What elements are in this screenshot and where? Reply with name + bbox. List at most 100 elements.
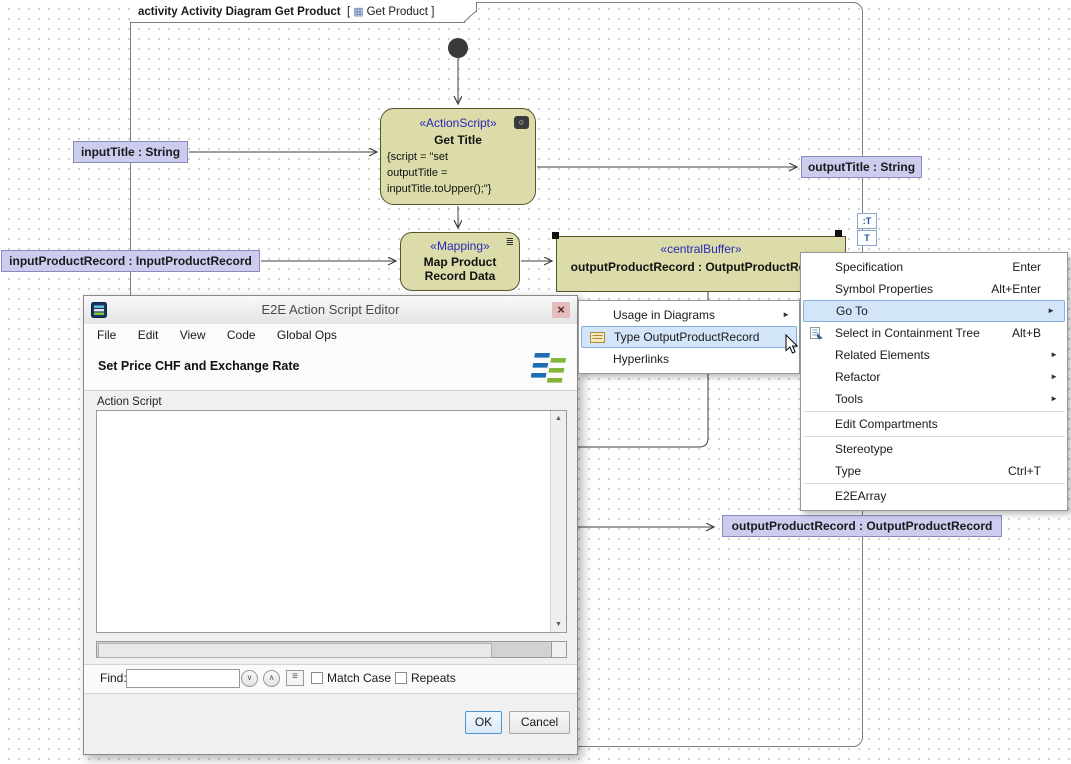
selection-handle[interactable] (835, 230, 842, 237)
selection-handle[interactable] (552, 232, 559, 239)
menu-item-label: Go To (836, 304, 868, 318)
menu-item-label: Related Elements (835, 348, 930, 362)
containment-tree-icon (809, 326, 824, 341)
menu-item-label: Select in Containment Tree (835, 326, 980, 340)
label-input-title[interactable]: inputTitle : String (73, 141, 188, 163)
menu-item-type[interactable]: Type Ctrl+T (801, 460, 1067, 482)
menu-item-usage-in-diagrams[interactable]: Usage in Diagrams ► (579, 304, 799, 326)
frame-name: Activity Diagram Get Product (181, 6, 341, 18)
menu-item-stereotype[interactable]: Stereotype (801, 438, 1067, 460)
mapping-name-line: Map Product (401, 255, 519, 269)
frame-keyword: activity (138, 6, 178, 18)
menu-item-label: Type (835, 464, 861, 478)
menu-global-ops[interactable]: Global Ops (268, 324, 346, 346)
menu-view[interactable]: View (171, 324, 215, 346)
context-menu: Specification Enter Symbol Properties Al… (800, 252, 1068, 511)
dialog-header: Set Price CHF and Exchange Rate (84, 346, 577, 391)
action-script-editor[interactable]: ▲ ▼ (96, 410, 567, 633)
match-case-checkbox[interactable] (311, 672, 323, 684)
menu-item-label: Type OutputProductRecord (614, 330, 759, 344)
label-output-title[interactable]: outputTitle : String (801, 156, 922, 178)
frame-context: Get Product (367, 6, 428, 18)
menu-item-label: Symbol Properties (835, 282, 933, 296)
mapping-icon: ≣ (506, 237, 514, 248)
menu-item-label: Tools (835, 392, 863, 406)
match-case-label: Match Case (327, 671, 391, 685)
submenu-arrow-icon: ► (1050, 344, 1058, 366)
scroll-down-icon[interactable]: ▼ (551, 617, 566, 632)
menu-item-label: Specification (835, 260, 903, 274)
menu-code[interactable]: Code (218, 324, 265, 346)
find-label: Find: (100, 671, 127, 685)
mapping-stereotype: «Mapping» (401, 239, 519, 253)
label-output-product-record[interactable]: outputProductRecord : OutputProductRecor… (722, 515, 1002, 537)
script-icon: ○ (514, 116, 529, 129)
action-node-get-title[interactable]: «ActionScript» ○ Get Title {script = "se… (380, 108, 536, 205)
menu-item-refactor[interactable]: Refactor ► (801, 366, 1067, 388)
menu-separator (803, 436, 1065, 437)
find-next-icon[interactable]: ∨ (241, 670, 258, 687)
action-name: Set Price CHF and Exchange Rate (98, 359, 299, 373)
menu-item-e2earray[interactable]: E2EArray (801, 485, 1067, 507)
script-line: inputTitle.toUpper();"} (387, 181, 531, 197)
get-title-name: Get Title (381, 133, 535, 147)
horizontal-scrollbar-thumb[interactable] (98, 643, 492, 658)
activity-frame-header[interactable]: activity Activity Diagram Get Product [▦… (130, 2, 477, 23)
menu-item-go-to[interactable]: Go To ► (803, 300, 1065, 322)
menu-item-symbol-properties[interactable]: Symbol Properties Alt+Enter (801, 278, 1067, 300)
action-script-editor-dialog: E2E Action Script Editor × File Edit Vie… (83, 295, 578, 755)
menu-separator (803, 411, 1065, 412)
menu-item-related-elements[interactable]: Related Elements ► (801, 344, 1067, 366)
submenu-arrow-icon: ► (1050, 388, 1058, 410)
diagram-icon: ▦ (353, 6, 363, 18)
frame-bracket-close: ] (431, 6, 434, 18)
e2e-logo (531, 353, 567, 383)
menu-item-select-in-containment-tree[interactable]: Select in Containment Tree Alt+B (801, 322, 1067, 344)
application-canvas: activity Activity Diagram Get Product [▦… (0, 0, 1071, 764)
cancel-button[interactable]: Cancel (509, 711, 570, 734)
mouse-cursor (785, 334, 801, 356)
dialog-titlebar[interactable]: E2E Action Script Editor × (84, 296, 577, 325)
menu-file[interactable]: File (88, 324, 125, 346)
menu-edit[interactable]: Edit (129, 324, 168, 346)
horizontal-scrollbar[interactable] (96, 641, 567, 658)
frame-bracket-open: [ (347, 6, 350, 18)
smart-manipulator-button-2[interactable]: T (857, 230, 877, 246)
get-title-stereotype: «ActionScript» (381, 116, 535, 130)
smart-manipulator-button-1[interactable]: :T (857, 213, 877, 229)
menu-item-label: Edit Compartments (835, 417, 938, 431)
menu-item-label: Hyperlinks (613, 352, 669, 366)
mapping-name-line: Record Data (401, 269, 519, 283)
menu-item-label: Stereotype (835, 442, 893, 456)
label-input-product-record[interactable]: inputProductRecord : InputProductRecord (1, 250, 260, 272)
menu-shortcut: Enter (1012, 256, 1041, 278)
repeats-checkbox[interactable] (395, 672, 407, 684)
find-options-icon[interactable]: ≡ (286, 670, 304, 686)
find-prev-icon[interactable]: ∧ (263, 670, 280, 687)
menu-item-type-outputproductrecord[interactable]: Type OutputProductRecord (581, 326, 797, 348)
dialog-menubar: File Edit View Code Global Ops (84, 324, 577, 346)
close-icon[interactable]: × (552, 302, 570, 318)
menu-item-label: Usage in Diagrams (613, 308, 715, 322)
vertical-scrollbar[interactable]: ▲ ▼ (550, 411, 566, 632)
find-input[interactable] (126, 669, 240, 688)
ok-button[interactable]: OK (465, 711, 502, 734)
menu-item-tools[interactable]: Tools ► (801, 388, 1067, 410)
submenu-arrow-icon: ► (782, 304, 790, 326)
scrollbar-corner (551, 642, 566, 657)
menu-item-label: E2EArray (835, 489, 886, 503)
type-icon (590, 331, 605, 344)
dialog-title: E2E Action Script Editor (84, 296, 577, 324)
menu-shortcut: Alt+Enter (991, 278, 1041, 300)
menu-item-edit-compartments[interactable]: Edit Compartments (801, 413, 1067, 435)
submenu-arrow-icon: ► (1050, 366, 1058, 388)
action-node-mapping[interactable]: «Mapping» ≣ Map Product Record Data (400, 232, 520, 291)
find-bar: Find: ∨ ∧ ≡ Match Case Repeats (84, 664, 577, 694)
menu-item-hyperlinks[interactable]: Hyperlinks (579, 348, 799, 370)
editor-label: Action Script (97, 396, 162, 408)
menu-shortcut: Ctrl+T (1008, 460, 1041, 482)
menu-item-specification[interactable]: Specification Enter (801, 256, 1067, 278)
initial-node[interactable] (448, 38, 468, 58)
scroll-up-icon[interactable]: ▲ (551, 411, 566, 426)
repeats-label: Repeats (411, 671, 456, 685)
